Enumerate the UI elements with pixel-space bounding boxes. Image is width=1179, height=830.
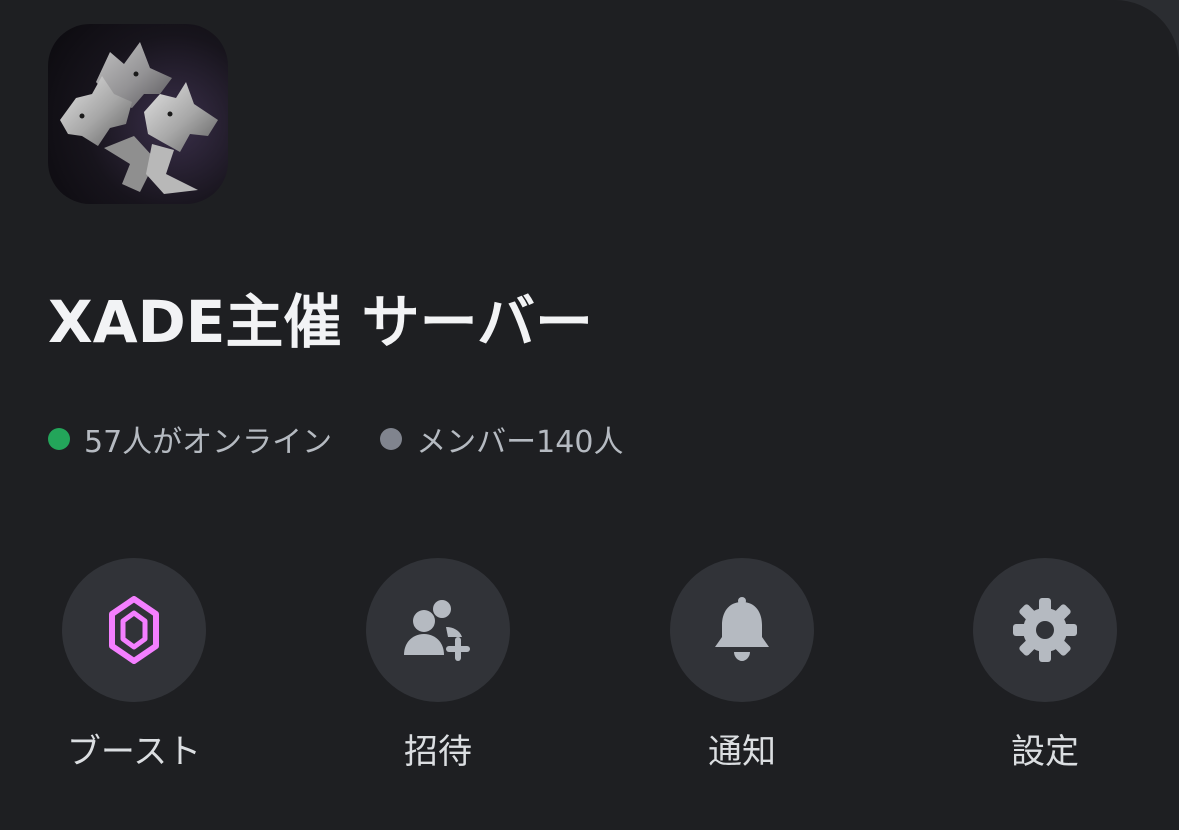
server-icon[interactable] <box>48 24 228 204</box>
notifications-button-circle[interactable] <box>670 558 814 702</box>
settings-button-circle[interactable] <box>973 558 1117 702</box>
online-status-dot <box>48 428 70 450</box>
server-stats: 57人がオンライン メンバー140人 <box>48 416 623 462</box>
notifications-label: 通知 <box>708 732 776 772</box>
server-name: XADE主催 サーバー <box>48 288 593 356</box>
notifications-button[interactable]: 通知 <box>642 558 842 774</box>
boost-label: ブースト <box>66 732 202 772</box>
online-count: 57人がオンライン <box>48 417 332 461</box>
member-count: メンバー140人 <box>380 417 623 461</box>
boost-button[interactable]: ブースト <box>34 558 234 774</box>
wolf-pack-logo <box>60 42 218 194</box>
gear-icon <box>1013 598 1077 662</box>
online-count-label: 57人がオンライン <box>84 425 333 460</box>
member-status-dot <box>380 428 403 450</box>
settings-label: 設定 <box>1011 732 1079 772</box>
invite-user-icon <box>404 600 470 661</box>
boost-gem-icon <box>109 596 159 664</box>
server-sheet: XADE主催 サーバー 57人がオンライン メンバー140人 ブースト 招待 通… <box>0 0 1179 830</box>
invite-button-circle[interactable] <box>366 558 510 702</box>
invite-button[interactable]: 招待 <box>338 558 538 774</box>
settings-button[interactable]: 設定 <box>945 558 1145 774</box>
bell-icon <box>715 597 769 661</box>
boost-button-circle[interactable] <box>62 558 206 702</box>
member-count-label: メンバー140人 <box>416 425 624 460</box>
invite-label: 招待 <box>404 732 472 772</box>
